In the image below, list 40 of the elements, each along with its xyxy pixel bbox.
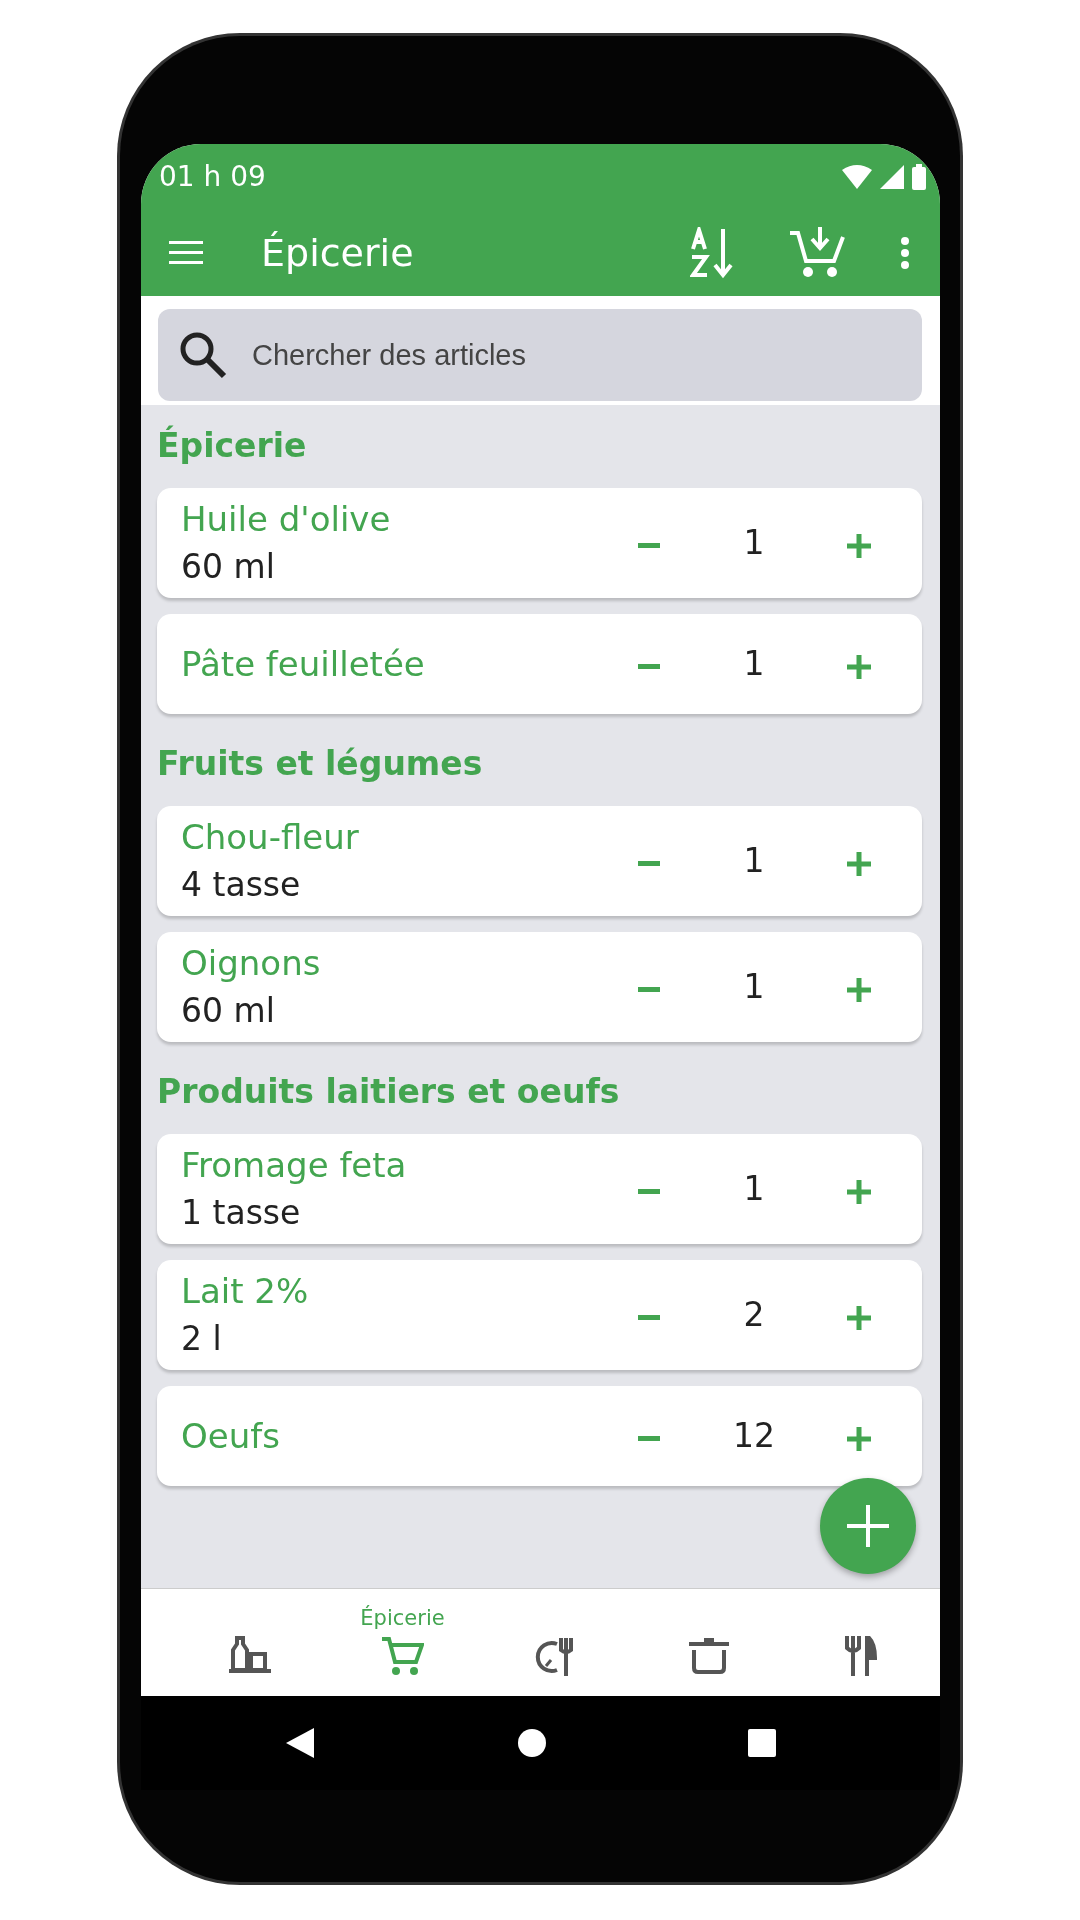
section-heading: Fruits et légumes <box>157 743 484 785</box>
wifi-icon <box>842 165 872 189</box>
item-amount: 60 ml <box>181 990 276 1032</box>
quantity-value: 1 <box>742 1168 766 1211</box>
nav-label: Épicerie <box>360 1604 445 1632</box>
quantity-value: 12 <box>732 1415 776 1458</box>
item-amount: 1 tasse <box>181 1192 302 1234</box>
home-icon[interactable] <box>518 1729 546 1757</box>
status-time: 01 h 09 <box>159 159 266 195</box>
pot-icon <box>687 1636 730 1676</box>
item-amount: 2 l <box>181 1318 223 1360</box>
more-options-icon[interactable] <box>900 237 910 269</box>
screen-title: Épicerie <box>261 229 414 277</box>
item-name: Fromage feta <box>181 1144 408 1187</box>
menu-icon[interactable] <box>169 240 203 266</box>
section-heading: Produits laitiers et oeufs <box>157 1071 621 1113</box>
section-heading: Épicerie <box>157 424 308 467</box>
plus-icon <box>845 1503 891 1549</box>
quantity-value: 1 <box>742 966 766 1009</box>
nav-tab[interactable]: Épicerie <box>326 1589 479 1696</box>
back-icon[interactable] <box>286 1728 314 1758</box>
quantity-value: 2 <box>742 1294 766 1337</box>
item-name: Oeufs <box>181 1414 281 1458</box>
add-fab[interactable] <box>820 1478 916 1574</box>
signal-icon <box>880 165 904 189</box>
item-name: Chou-fleur <box>181 816 360 859</box>
groceries-icon <box>228 1636 271 1676</box>
item-name: Lait 2% <box>181 1270 310 1313</box>
item-name: Pâte feuilletée <box>181 642 426 686</box>
item-name: Oignons <box>181 942 322 985</box>
battery-icon <box>912 164 926 190</box>
item-amount: 4 tasse <box>181 864 302 906</box>
quantity-value: 1 <box>742 643 766 686</box>
cart-download-icon[interactable] <box>790 227 846 279</box>
item-name: Huile d'olive <box>181 498 392 541</box>
quantity-value: 1 <box>742 840 766 883</box>
search-field[interactable]: Chercher des articles <box>158 309 922 401</box>
cart-icon <box>381 1636 424 1676</box>
quantity-value: 1 <box>742 522 766 565</box>
item-amount: 60 ml <box>181 546 276 588</box>
